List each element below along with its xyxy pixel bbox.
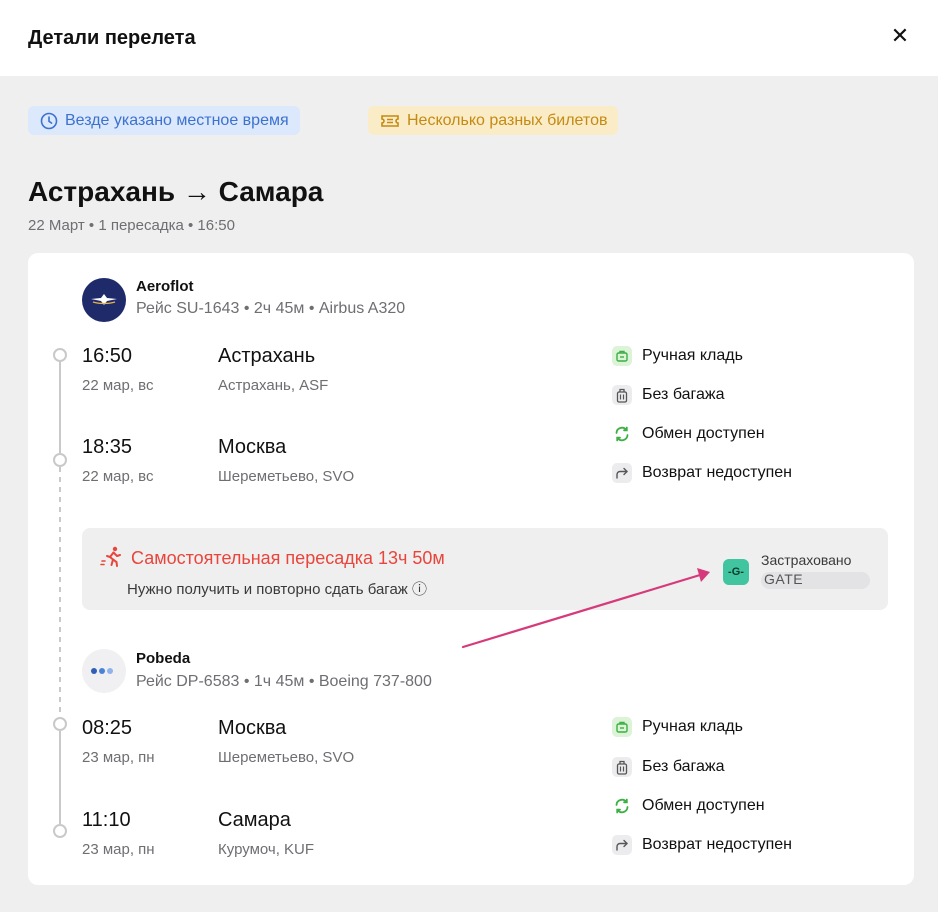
feature-exchange: Обмен доступен (612, 795, 765, 817)
pobeda-logo-icon (82, 649, 126, 693)
route-meta: 22 Март • 1 пересадка • 16:50 (28, 217, 235, 234)
multiple-tickets-badge: Несколько разных билетов (368, 106, 619, 135)
refund-icon (612, 463, 632, 483)
local-time-badge: Везде указано местное время (28, 106, 300, 135)
route-title: Астрахань → Самара (28, 176, 324, 207)
flight-card: Aeroflot Рейс SU-1643 • 2ч 45м • Airbus … (28, 253, 914, 885)
transfer-block: Самостоятельная пересадка 13ч 50м Нужно … (82, 528, 888, 610)
arrival-airport: Курумоч, KUF (218, 841, 315, 858)
ticket-icon (381, 114, 399, 127)
timeline-transfer-dashed (59, 467, 61, 717)
feature-label: Обмен доступен (642, 425, 765, 442)
exchange-icon (612, 796, 632, 816)
arrival-airport: Шереметьево, SVO (218, 468, 355, 485)
feature-label: Ручная кладь (642, 347, 743, 364)
arrival-city: Самара (218, 809, 291, 831)
arrival-city: Москва (218, 436, 287, 458)
feature-label: Возврат недоступен (642, 836, 792, 853)
feature-refund: Возврат недоступен (612, 462, 792, 484)
aeroflot-logo-icon (82, 278, 126, 322)
insurance-label: Застраховано (761, 552, 852, 568)
gate-logo-icon: -G- (723, 559, 749, 585)
baggage-icon (612, 757, 632, 777)
modal-title: Детали перелета (28, 27, 196, 49)
insurance-provider: GATE (764, 571, 804, 587)
timeline-dot (53, 453, 67, 467)
transfer-title: Самостоятельная пересадка 13ч 50м (131, 548, 445, 568)
feature-label: Обмен доступен (642, 797, 765, 814)
departure-time: 08:25 (82, 717, 133, 739)
close-button[interactable]: ✕ (888, 23, 912, 48)
timeline-dot (53, 717, 67, 731)
feature-no-baggage: Без багажа (612, 756, 725, 778)
feature-label: Без багажа (642, 758, 725, 775)
timeline-dot (53, 824, 67, 838)
modal-header: Детали перелета ✕ (0, 0, 938, 76)
hand-luggage-icon (612, 346, 632, 366)
feature-hand-luggage: Ручная кладь (612, 345, 743, 367)
arrival-date: 23 мар, пн (82, 841, 155, 858)
clock-icon (40, 112, 58, 129)
timeline-line (59, 731, 61, 824)
exchange-icon (612, 424, 632, 444)
feature-refund: Возврат недоступен (612, 834, 792, 856)
feature-exchange: Обмен доступен (612, 423, 765, 445)
running-person-icon (100, 546, 121, 567)
departure-date: 23 мар, пн (82, 749, 155, 766)
feature-label: Ручная кладь (642, 718, 743, 735)
departure-date: 22 мар, вс (82, 377, 154, 394)
departure-airport: Шереметьево, SVO (218, 749, 355, 766)
airline-name: Aeroflot (136, 278, 194, 295)
feature-label: Без багажа (642, 386, 725, 403)
feature-label: Возврат недоступен (642, 464, 792, 481)
local-time-badge-label: Везде указано местное время (65, 111, 289, 129)
departure-airport: Астрахань, ASF (218, 377, 329, 394)
feature-hand-luggage: Ручная кладь (612, 716, 743, 738)
baggage-icon (612, 385, 632, 405)
feature-no-baggage: Без багажа (612, 384, 725, 406)
arrival-date: 22 мар, вс (82, 468, 154, 485)
timeline-dot (53, 348, 67, 362)
flight-info: Рейс SU-1643 • 2ч 45м • Airbus A320 (136, 300, 406, 317)
arrival-time: 11:10 (82, 809, 131, 831)
arrival-time: 18:35 (82, 436, 133, 458)
timeline-line (59, 362, 61, 453)
departure-city: Астрахань (218, 345, 316, 367)
transfer-subtitle[interactable]: Нужно получить и повторно сдать багаж ⓘ (127, 578, 427, 599)
departure-city: Москва (218, 717, 287, 739)
hand-luggage-icon (612, 717, 632, 737)
refund-icon (612, 835, 632, 855)
flight-info: Рейс DP-6583 • 1ч 45м • Boeing 737-800 (136, 673, 432, 690)
multiple-tickets-badge-label: Несколько разных билетов (407, 111, 608, 129)
airline-name: Pobeda (136, 650, 191, 667)
departure-time: 16:50 (82, 345, 133, 367)
